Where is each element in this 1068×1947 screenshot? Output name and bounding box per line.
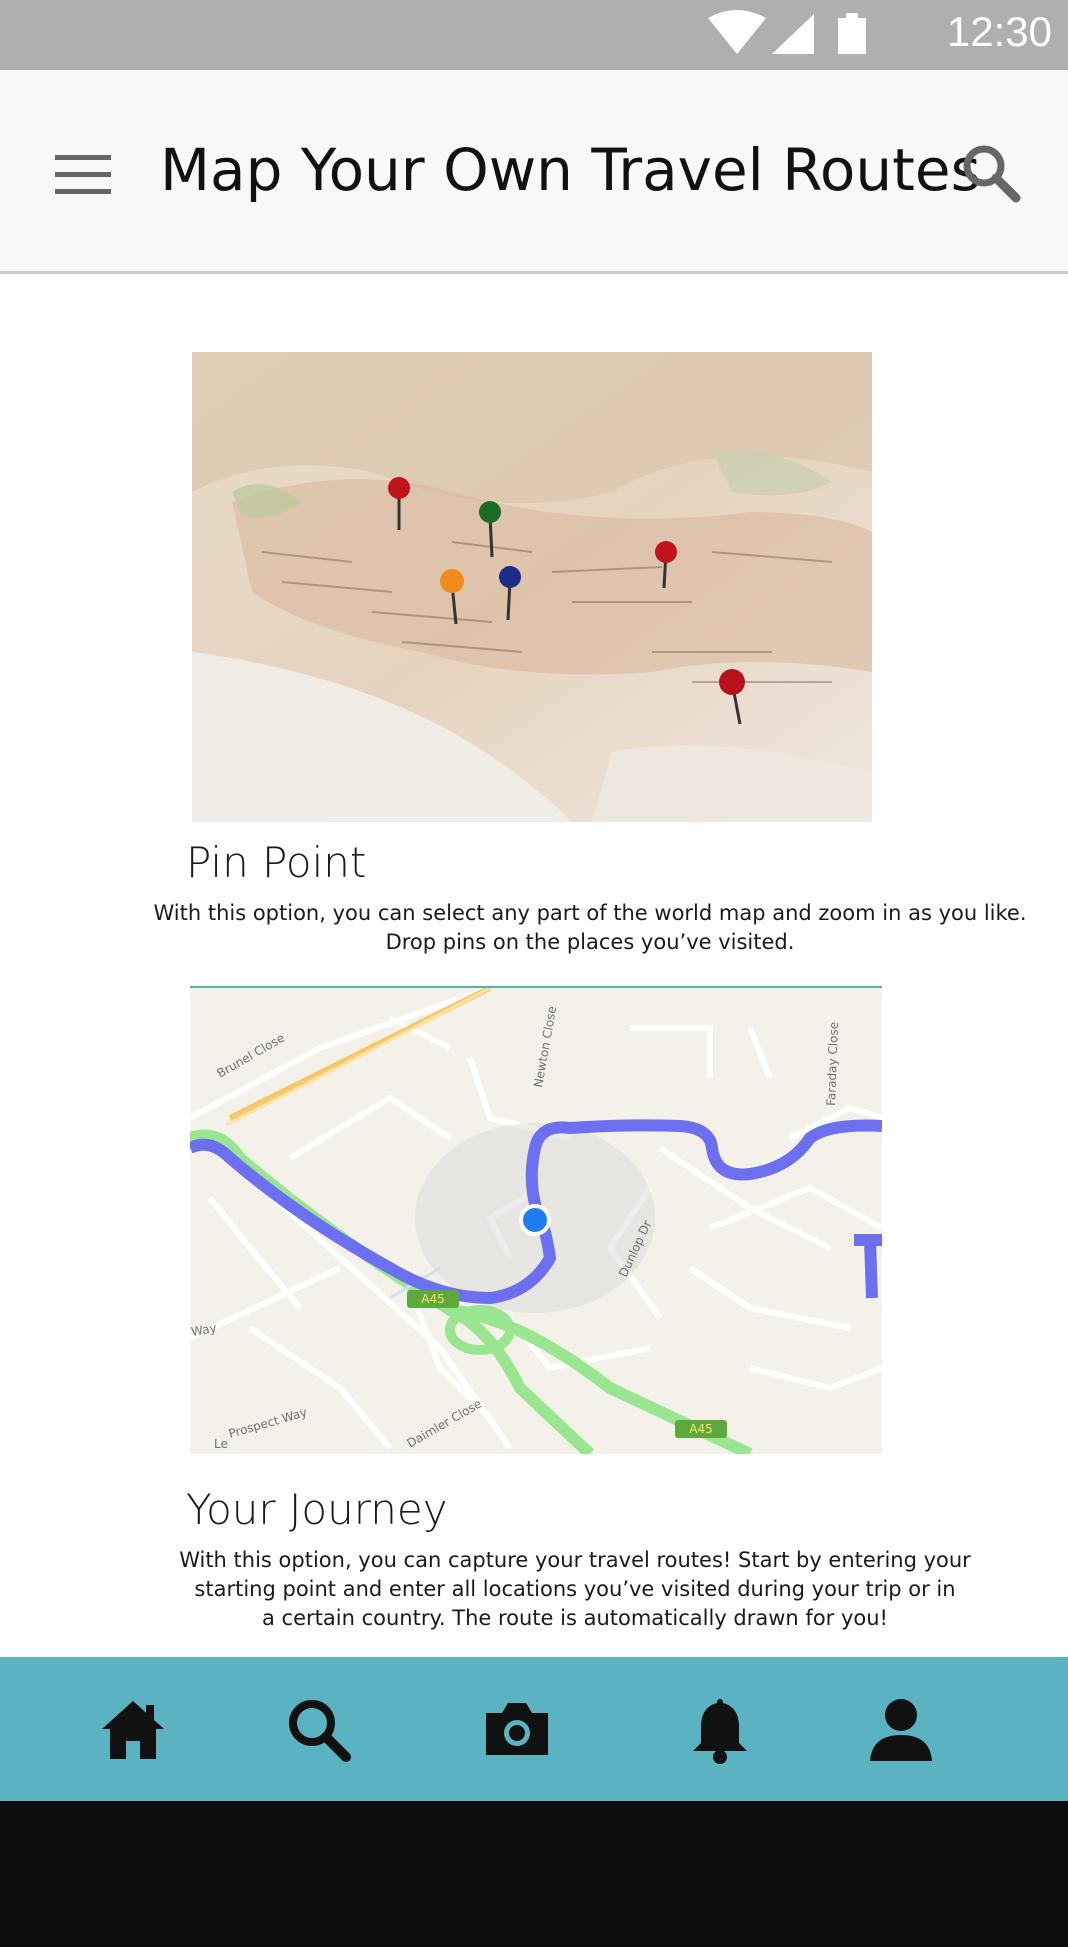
map-road-badge: A45 xyxy=(675,1420,727,1438)
description-line: starting point and enter all locations y… xyxy=(194,1577,956,1601)
description-line: With this option, you can select any par… xyxy=(153,901,1027,925)
battery-icon xyxy=(838,13,866,54)
search-icon[interactable] xyxy=(960,142,1022,204)
camera-icon[interactable] xyxy=(482,1695,552,1765)
signal-icon xyxy=(772,14,814,54)
map-road-badge: A45 xyxy=(407,1290,459,1308)
description-line: a certain country. The route is automati… xyxy=(262,1606,888,1630)
route-map-illustration: A45 A45 Brunel Close Newton Close Farada… xyxy=(190,988,882,1454)
bell-icon[interactable] xyxy=(685,1695,755,1765)
menu-icon[interactable] xyxy=(55,155,111,195)
search-icon[interactable] xyxy=(284,1695,354,1765)
description-line: With this option, you can capture your t… xyxy=(179,1548,971,1572)
profile-icon[interactable] xyxy=(866,1695,936,1765)
status-time: 12:30 xyxy=(946,8,1052,55)
street-label: Faraday Close xyxy=(824,1022,841,1106)
your-journey-map-image[interactable]: A45 A45 Brunel Close Newton Close Farada… xyxy=(190,986,882,1454)
road-label: A45 xyxy=(421,1292,444,1306)
world-map-pins-illustration xyxy=(192,352,872,822)
street-label: Le xyxy=(214,1437,228,1451)
status-bar: 12:30 xyxy=(0,0,1068,70)
system-navigation-bar xyxy=(0,1801,1068,1947)
road-label: A45 xyxy=(689,1422,712,1436)
your-journey-heading: Your Journey xyxy=(186,1485,448,1534)
description-line: Drop pins on the places you’ve visited. xyxy=(385,930,795,954)
status-icons xyxy=(708,10,866,54)
page-title: Map Your Own Travel Routes xyxy=(160,136,981,204)
your-journey-description: With this option, you can capture your t… xyxy=(170,1546,980,1633)
app-header: Map Your Own Travel Routes xyxy=(0,70,1068,274)
wifi-icon xyxy=(708,10,766,54)
pin-point-map-image[interactable] xyxy=(192,352,872,822)
bottom-navigation xyxy=(0,1657,1068,1801)
home-icon[interactable] xyxy=(98,1695,168,1765)
pin-point-heading: Pin Point xyxy=(186,838,367,887)
pin-point-description: With this option, you can select any par… xyxy=(150,899,1030,957)
